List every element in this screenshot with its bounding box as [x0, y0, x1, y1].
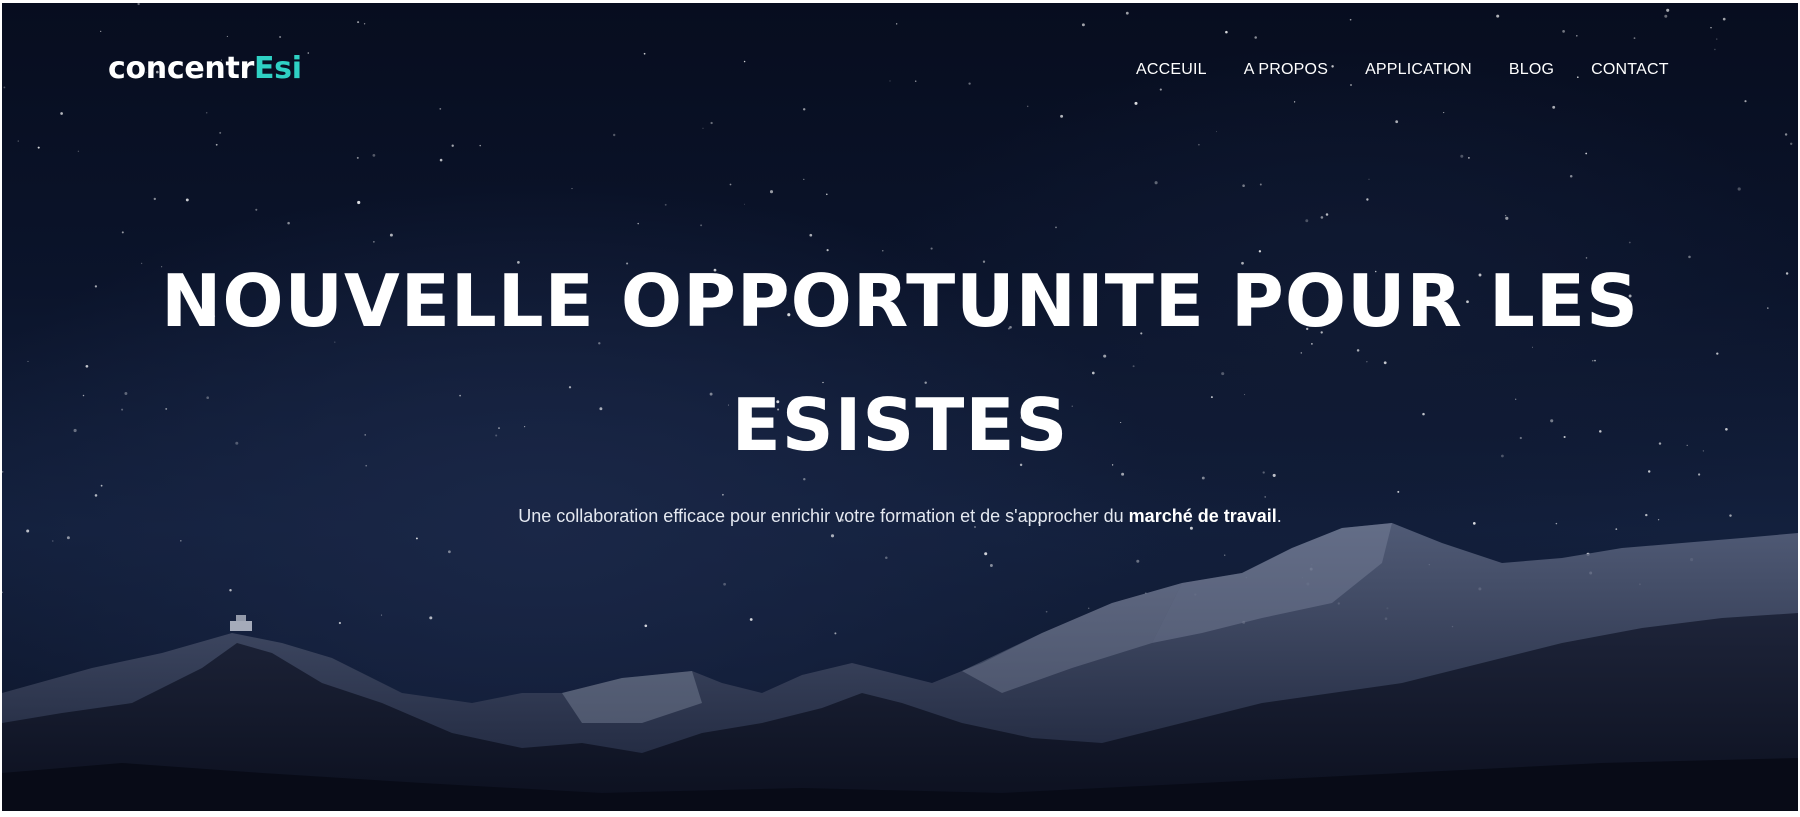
- nav-link-acceuil[interactable]: ACCEUIL: [1136, 61, 1207, 79]
- hero-section: concentrEsi ACCEUIL A PROPOS APPLICATION…: [2, 3, 1798, 811]
- nav-link-a-propos[interactable]: A PROPOS: [1244, 61, 1328, 79]
- brand-name-accent: Esi: [253, 51, 302, 86]
- hero-headline-line-1: NOUVELLE OPPORTUNITE POUR LES: [161, 259, 1639, 343]
- nav-link-application[interactable]: APPLICATION: [1365, 61, 1472, 79]
- brand-name-main: concentr: [108, 51, 254, 86]
- page: concentrEsi ACCEUIL A PROPOS APPLICATION…: [0, 0, 1800, 817]
- hero-headline-line-2: ESISTES: [731, 383, 1069, 467]
- hero-subtitle: Une collaboration efficace pour enrichir…: [2, 506, 1798, 527]
- hero-subtitle-emphasis: marché de travail: [1128, 506, 1277, 526]
- hero-headline: NOUVELLE OPPORTUNITE POUR LES ESISTES: [2, 239, 1798, 487]
- hero-subtitle-text: Une collaboration efficace pour enrichir…: [518, 506, 1129, 526]
- nav-link-contact[interactable]: CONTACT: [1591, 61, 1669, 79]
- hero-subtitle-end: .: [1276, 506, 1282, 526]
- nav-link-blog[interactable]: BLOG: [1509, 61, 1554, 79]
- main-navigation: ACCEUIL A PROPOS APPLICATION BLOG CONTAC…: [1136, 61, 1706, 79]
- brand-logo[interactable]: concentrEsi: [108, 51, 302, 86]
